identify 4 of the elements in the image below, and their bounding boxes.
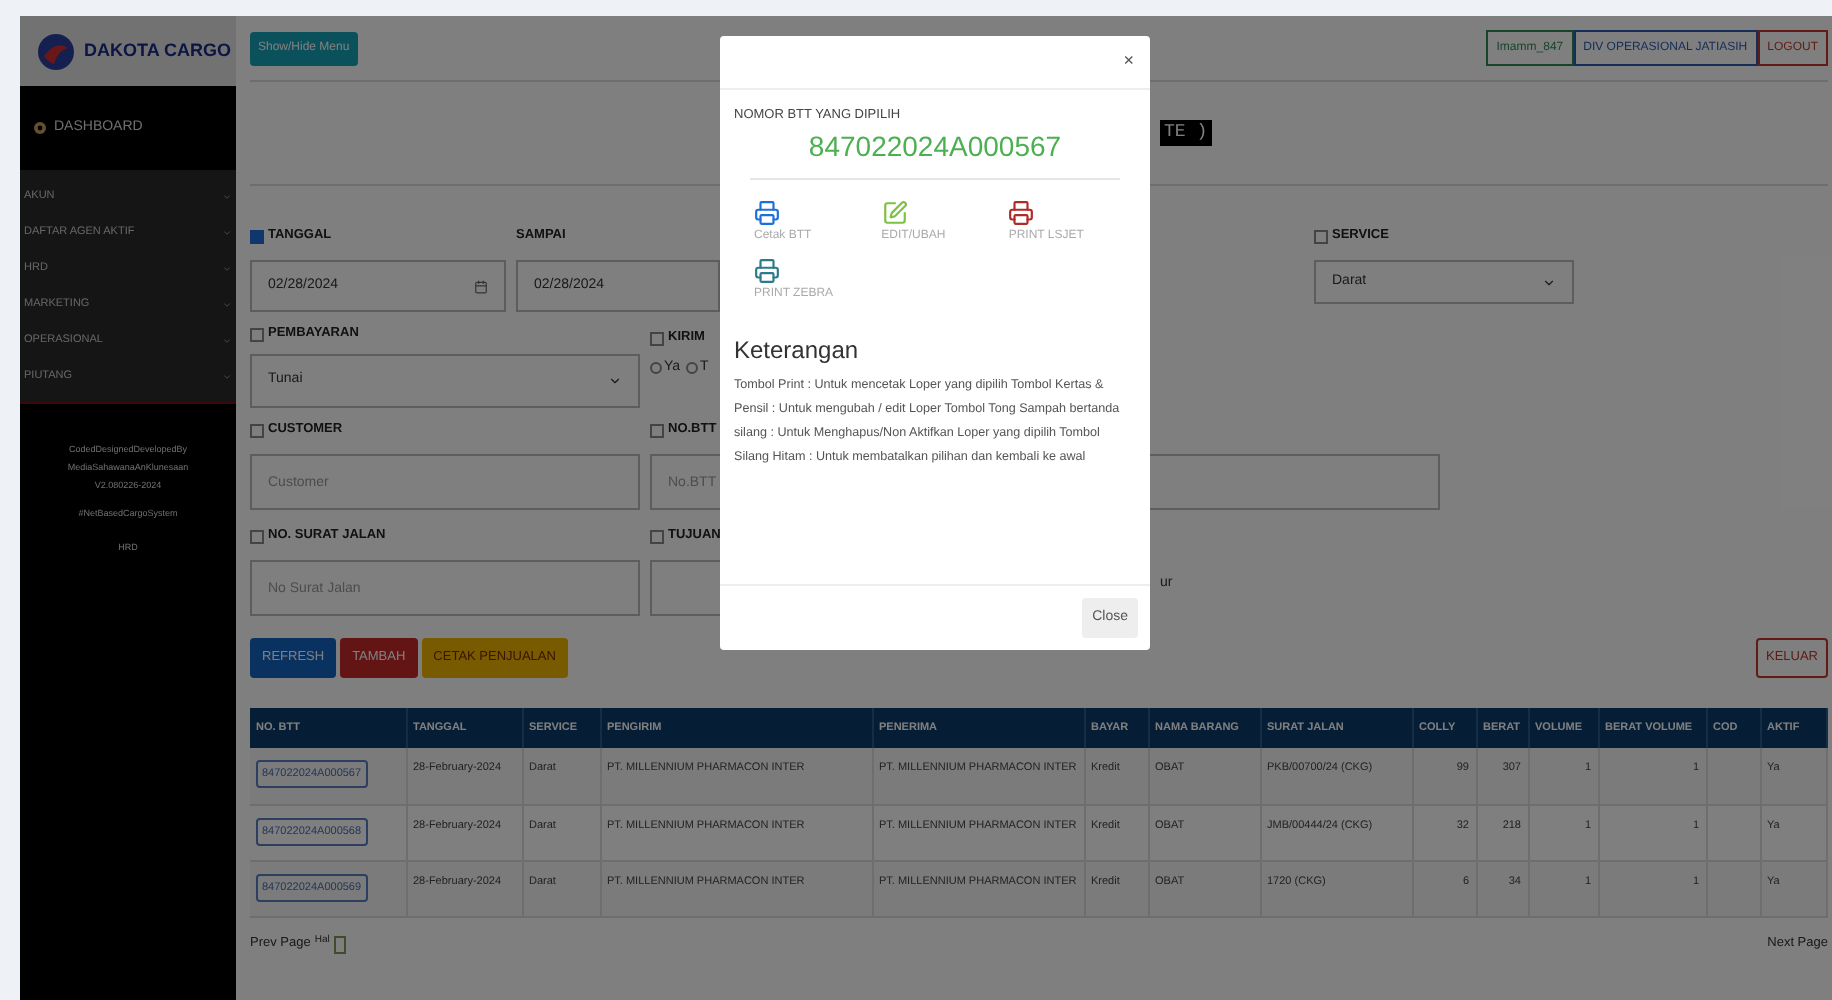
logo-text: DAKOTA CARGO <box>84 37 231 64</box>
page-title: TE ) <box>1160 119 1212 147</box>
modal-heading: Keterangan <box>734 333 861 368</box>
selected-btt-number: 847022024A000567 <box>806 127 1064 166</box>
